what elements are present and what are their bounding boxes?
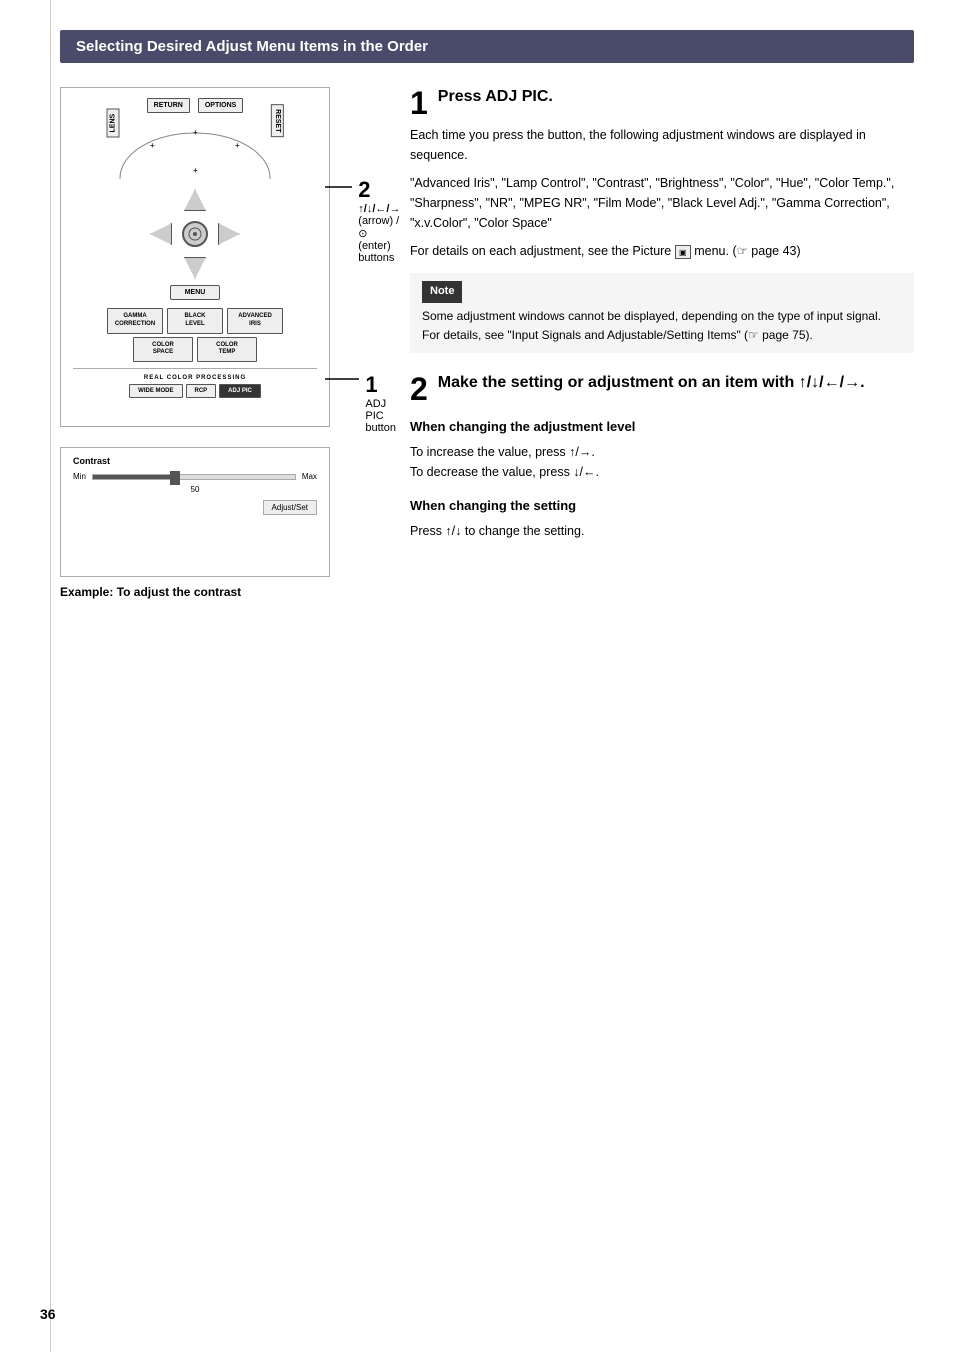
dpad-left[interactable] [150,223,172,245]
substep-1-body2: To decrease the value, press ↓/←. [410,462,914,482]
example-caption-text: To adjust the contrast [117,585,241,599]
page-container: Selecting Desired Adjust Menu Items in t… [0,0,954,1352]
advanced-iris-button[interactable]: ADVANCEDIRIS [227,308,283,334]
step-2-number: 2 [410,373,428,405]
slider-fill [93,475,174,479]
note-box: Note Some adjustment windows cannot be d… [410,273,914,353]
step-1-title: Press ADJ PIC. [438,87,553,108]
dpad [150,189,240,279]
step-1-body: Each time you press the button, the foll… [410,125,914,261]
substep-1-body1: To increase the value, press ↑/→. [410,442,914,462]
return-button[interactable]: RETURN [147,98,190,113]
note-text: Some adjustment windows cannot be displa… [422,307,902,345]
callout-2-line1: (arrow) / ⊙ [358,215,407,240]
slider-track[interactable] [92,474,296,480]
example-diagram: Contrast Min Max 50 [60,447,330,577]
svg-text:+: + [235,141,240,150]
slider-value-center: 50 [191,485,200,494]
svg-text:+: + [193,166,198,175]
substep-2-title: When changing the setting [410,496,914,517]
header-title: Selecting Desired Adjust Menu Items in t… [76,38,428,55]
step-2-body: When changing the adjustment level To in… [410,417,914,541]
right-column: 1 Press ADJ PIC. Each time you press the… [410,87,914,599]
step-1-para1: Each time you press the button, the foll… [410,125,914,165]
example-caption-bold: Example: [60,585,113,599]
gamma-correction-button[interactable]: GAMMACORRECTION [107,308,163,334]
rcp-button-row: WIDE MODE RCP ADJ PIC [83,384,307,398]
rcp-label: REAL COLOR PROCESSING [83,375,307,381]
callout-1-line2: button [365,422,401,434]
step-1-number: 1 [410,87,428,119]
rcp-button[interactable]: RCP [186,384,217,398]
callout-1: 1 ADJ PIC button [325,372,402,434]
substep-2-body: Press ↑/↓ to change the setting. [410,521,914,541]
reset-label: RESET [271,104,284,137]
adj-pic-button[interactable]: ADJ PIC [219,384,261,398]
slider-row: Min Max [73,472,317,481]
step-1-para2: "Advanced Iris", "Lamp Control", "Contra… [410,173,914,233]
dpad-down[interactable] [184,257,206,279]
content-layout: RETURN OPTIONS LENS RESET + [60,87,914,599]
arc-container: LENS RESET + + + + [95,123,295,183]
callout-1-number: 1 [365,372,377,397]
color-temp-button[interactable]: COLORTEMP [197,337,257,363]
dpad-right[interactable] [218,223,240,245]
example-inner: Contrast Min Max 50 [61,448,329,523]
step-2-block: 2 Make the setting or adjustment on an i… [410,373,914,541]
dpad-up[interactable] [184,189,206,211]
step-1-para3-text2: menu. (☞ page 43) [694,244,800,258]
left-column: RETURN OPTIONS LENS RESET + [60,87,380,599]
contrast-label: Contrast [73,456,317,466]
step-1-para3-text1: For details on each adjustment, see the … [410,244,671,258]
options-button[interactable]: OPTIONS [198,98,244,113]
remote-diagram: RETURN OPTIONS LENS RESET + [60,87,330,427]
callout-2: 2 ↑/↓/←/→ (arrow) / ⊙ (enter) buttons [325,177,407,264]
button-row-2: COLORSPACE COLORTEMP [61,337,329,363]
step-2-title: Make the setting or adjustment on an ite… [438,373,865,394]
dpad-center[interactable] [182,221,208,247]
page-number: 36 [40,1306,56,1322]
callout-2-number: 2 [358,177,370,202]
example-caption: Example: To adjust the contrast [60,585,380,599]
remote-inner: RETURN OPTIONS LENS RESET + [61,88,329,426]
slider-min: Min [73,472,86,481]
lens-reset-area: LENS RESET + + + + [61,123,329,183]
note-title: Note [422,281,462,303]
substep-1-title: When changing the adjustment level [410,417,914,438]
callout-1-line [325,372,359,386]
black-level-button[interactable]: BLACKLEVEL [167,308,223,334]
top-buttons-row: RETURN OPTIONS [61,88,329,119]
remote-wrapper: RETURN OPTIONS LENS RESET + [60,87,380,427]
color-space-button[interactable]: COLORSPACE [133,337,193,363]
dpad-container [61,189,329,279]
enter-icon [187,226,203,242]
step-2-header: 2 Make the setting or adjustment on an i… [410,373,914,405]
wide-mode-button[interactable]: WIDE MODE [129,384,182,398]
picture-icon: ▣ [675,245,691,259]
callout-2-line2: (enter) buttons [358,240,407,264]
menu-btn-area: MENU [61,285,329,300]
button-row-1: GAMMACORRECTION BLACKLEVEL ADVANCEDIRIS [61,308,329,334]
slider-thumb [170,471,180,485]
section-header: Selecting Desired Adjust Menu Items in t… [60,30,914,63]
lens-label: LENS [107,109,120,138]
slider-value-row: 50 [73,485,317,494]
svg-text:+: + [193,128,198,137]
step-1-block: 1 Press ADJ PIC. Each time you press the… [410,87,914,353]
rcp-section: REAL COLOR PROCESSING WIDE MODE RCP ADJ … [73,368,317,402]
adjust-btn-row: Adjust/Set [73,500,317,515]
arc-svg: + + + + [95,123,295,179]
slider-max: Max [302,472,317,481]
adjust-set-button[interactable]: Adjust/Set [263,500,317,515]
page-border [50,0,51,1352]
step-1-header: 1 Press ADJ PIC. [410,87,914,119]
callout-1-line1: ADJ PIC [365,398,401,422]
step-1-para3: For details on each adjustment, see the … [410,241,914,261]
svg-text:+: + [150,141,155,150]
example-section: Contrast Min Max 50 [60,447,380,599]
menu-button[interactable]: MENU [170,285,221,300]
callout-2-arrows: ↑/↓/←/→ [358,203,407,215]
callout-2-line [325,177,352,197]
